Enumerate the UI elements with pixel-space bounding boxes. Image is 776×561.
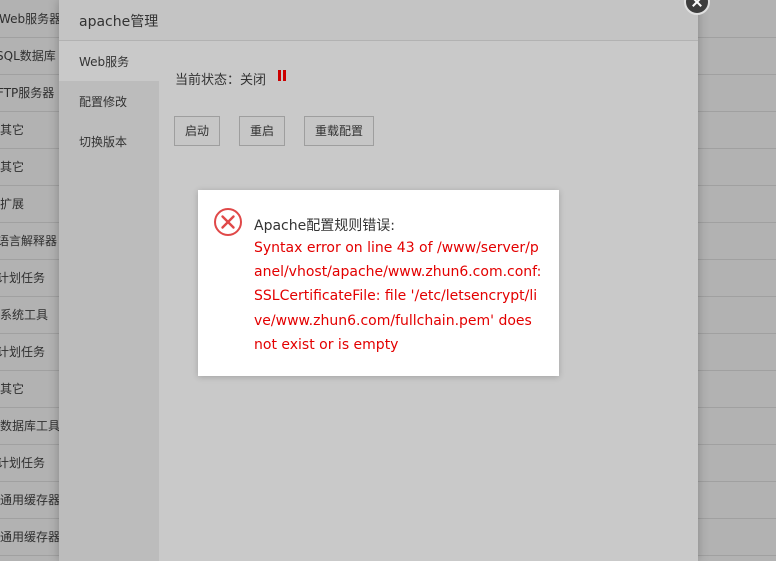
- error-x-circle-icon: [214, 208, 242, 236]
- error-dialog: Apache配置规则错误: Syntax error on line 43 of…: [198, 190, 559, 376]
- reload-config-button[interactable]: 重载配置: [304, 116, 374, 146]
- sidebar-item-label: 配置修改: [79, 95, 128, 109]
- pause-status-icon: [278, 70, 286, 81]
- sidebar-item-label: Web服务: [79, 55, 130, 69]
- start-button[interactable]: 启动: [174, 116, 220, 146]
- error-message: Syntax error on line 43 of /www/server/p…: [254, 240, 542, 353]
- error-title: Apache配置规则错误:: [254, 218, 395, 234]
- panel-title: apache管理: [79, 14, 159, 30]
- restart-button[interactable]: 重启: [239, 116, 285, 146]
- service-status-text: 当前状态：关闭: [175, 73, 267, 88]
- panel-sidebar: Web服务 配置修改 切换版本: [59, 41, 159, 561]
- sidebar-item-switch-version[interactable]: 切换版本: [59, 121, 159, 161]
- sidebar-item-config-edit[interactable]: 配置修改: [59, 81, 159, 121]
- sidebar-item-label: 切换版本: [79, 135, 128, 149]
- panel-title-bar: apache管理: [59, 0, 698, 41]
- sidebar-item-web-service[interactable]: Web服务: [59, 41, 159, 81]
